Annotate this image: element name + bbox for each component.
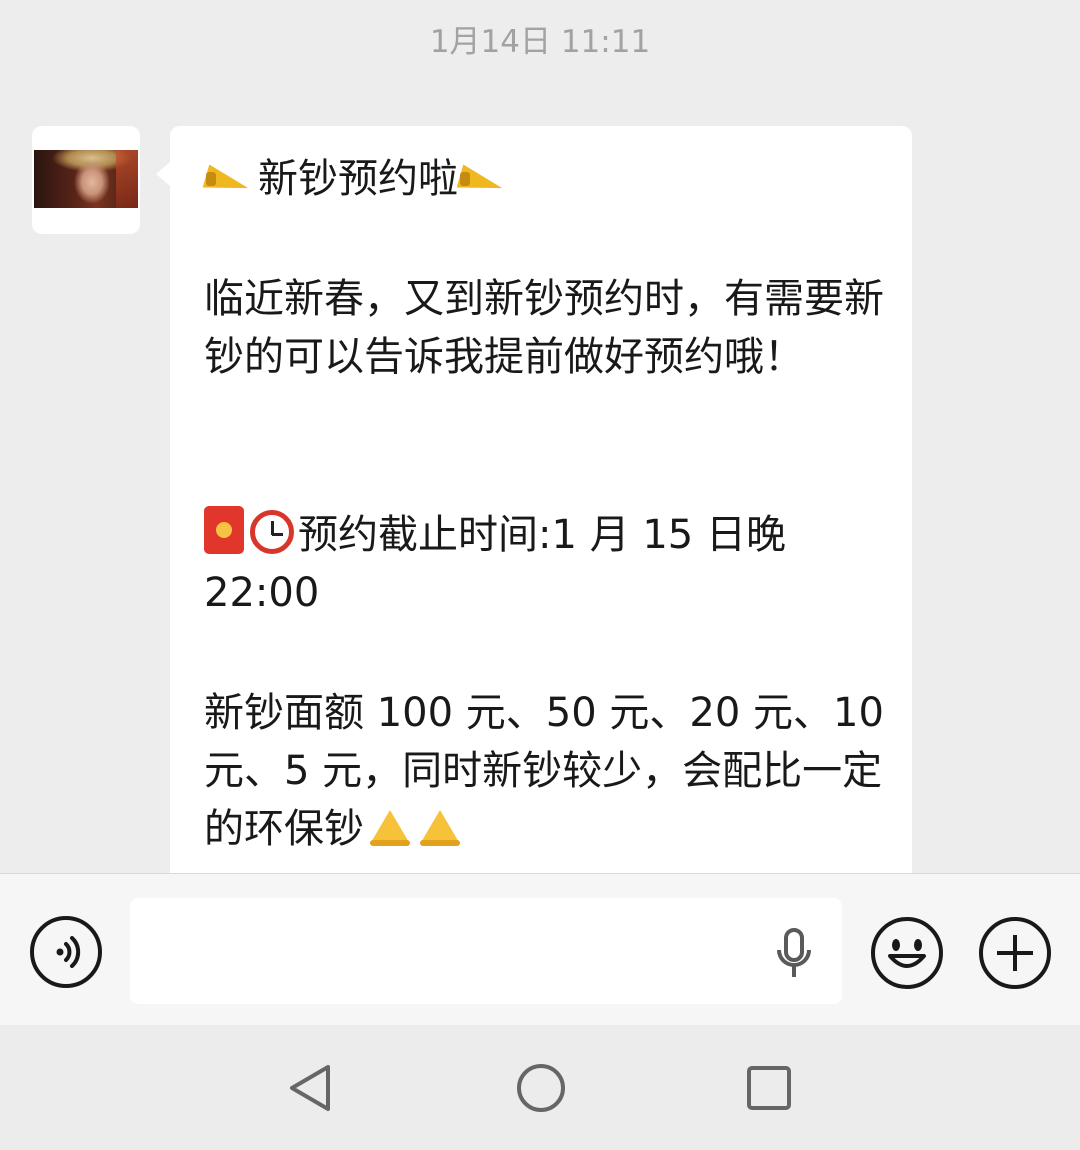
message-title-line: 新钞预约啦 (204, 150, 884, 208)
message-input[interactable] (130, 898, 842, 1004)
voice-icon (56, 936, 81, 968)
emoji-icon[interactable] (870, 916, 944, 990)
red-envelope-icon (204, 506, 244, 554)
plus-icon[interactable] (978, 916, 1052, 990)
alarm-clock-icon (250, 510, 294, 554)
system-navigation-bar (0, 1025, 1080, 1150)
message-denominations: 新钞面额 100 元、50 元、20 元、10 元、5 元，同时新钞较少，会配比… (204, 690, 897, 852)
megaphone-icon (206, 158, 256, 198)
home-icon[interactable] (514, 1061, 568, 1115)
sender-avatar[interactable] (32, 126, 140, 234)
message-title: 新钞预约啦 (258, 156, 458, 202)
chat-area: 1月14日 11:11 新钞预约啦 临近新春，又到新钞预约时，有需要新钞的可以告… (0, 0, 1080, 873)
microphone-icon[interactable] (774, 928, 814, 980)
message-paragraph-intro: 临近新春，又到新钞预约时，有需要新钞的可以告诉我提前做好预约哦！ (204, 276, 884, 380)
message-deadline-line: 预约截止时间:1 月 15 日晚 22:00 (204, 506, 884, 622)
message-denominations-line: 新钞面额 100 元、50 元、20 元、10 元、5 元，同时新钞较少，会配比… (204, 684, 884, 858)
megaphone-icon (460, 158, 510, 198)
message-timestamp: 1月14日 11:11 (429, 24, 651, 60)
voice-input-button[interactable] (30, 916, 102, 988)
folded-hands-icon (416, 808, 464, 848)
avatar-photo (34, 150, 138, 208)
recents-icon[interactable] (742, 1061, 796, 1115)
chat-input-bar (0, 873, 1080, 1025)
back-icon[interactable] (284, 1061, 338, 1115)
folded-hands-icon (366, 808, 414, 848)
